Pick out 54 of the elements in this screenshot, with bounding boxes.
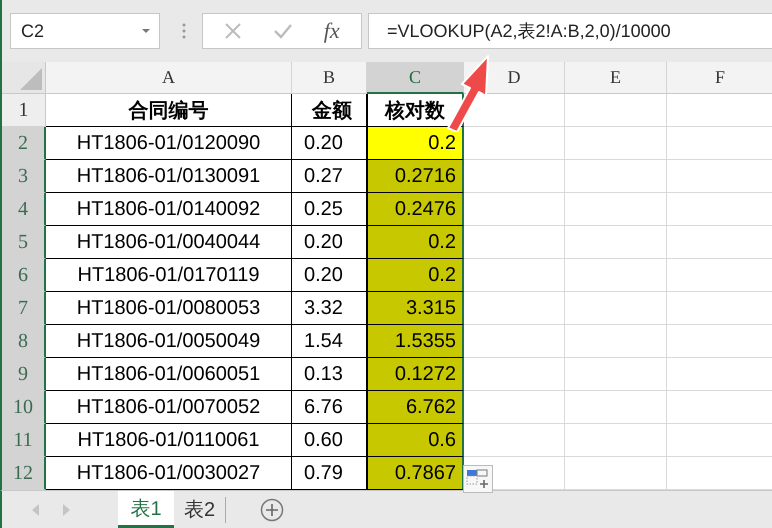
column-header[interactable]: C <box>367 62 464 94</box>
add-sheet-icon[interactable] <box>260 498 284 522</box>
row-header[interactable]: 4 <box>2 193 46 226</box>
table-cell: 金额 <box>292 94 367 127</box>
table-cell: 0.2716 <box>367 160 464 193</box>
sheet-tab[interactable]: 表1 <box>118 491 174 528</box>
column-header[interactable]: B <box>292 62 367 94</box>
row-header[interactable]: 12 <box>2 457 46 490</box>
table-cell: 0.2476 <box>367 193 464 226</box>
column-header[interactable]: A <box>46 62 292 94</box>
row-header[interactable]: 3 <box>2 160 46 193</box>
table-cell: 0.2 <box>367 259 464 292</box>
insert-function-button[interactable]: fx <box>324 18 340 44</box>
sheet-tab[interactable]: 表2 <box>174 491 226 528</box>
table-cell: HT1806-01/0070052 <box>46 391 292 424</box>
select-all-icon[interactable] <box>20 68 42 90</box>
table-cell: HT1806-01/0040044 <box>46 226 292 259</box>
name-box[interactable]: C2 <box>10 13 160 49</box>
table-cell: 0.2 <box>367 226 464 259</box>
table-cell: 1.5355 <box>367 325 464 358</box>
table-cell: 3.315 <box>367 292 464 325</box>
cancel-icon[interactable] <box>224 22 242 40</box>
table-cell: 0.6 <box>367 424 464 457</box>
table-cell: 0.2 <box>367 127 464 160</box>
table-cell: HT1806-01/0170119 <box>46 259 292 292</box>
table-cell: 0.7867 <box>367 457 464 490</box>
previous-sheet-icon[interactable] <box>32 504 40 516</box>
table-cell: HT1806-01/0120090 <box>46 127 292 160</box>
table-cell: HT1806-01/0130091 <box>46 160 292 193</box>
table-cell: HT1806-01/0140092 <box>46 193 292 226</box>
table-cell: HT1806-01/0060051 <box>46 358 292 391</box>
row-header[interactable]: 9 <box>2 358 46 391</box>
table-cell: 0.1272 <box>367 358 464 391</box>
check-icon[interactable] <box>273 23 294 39</box>
row-header[interactable]: 11 <box>2 424 46 457</box>
row-header[interactable]: 7 <box>2 292 46 325</box>
table-cell: 合同编号 <box>46 94 292 127</box>
grip-icon <box>182 22 186 40</box>
row-header[interactable]: 6 <box>2 259 46 292</box>
row-header[interactable]: 5 <box>2 226 46 259</box>
row-header[interactable]: 1 <box>2 94 46 127</box>
paste-options-icon[interactable] <box>463 465 493 493</box>
table-cell: HT1806-01/0110061 <box>46 424 292 457</box>
table-cell: HT1806-01/0050049 <box>46 325 292 358</box>
row-header[interactable]: 8 <box>2 325 46 358</box>
table-cell: HT1806-01/0080053 <box>46 292 292 325</box>
column-header[interactable]: F <box>667 62 772 94</box>
column-header[interactable]: E <box>565 62 667 94</box>
formula-field[interactable]: =VLOOKUP(A2,表2!A:B,2,0)/10000 <box>368 13 772 49</box>
caret-icon[interactable] <box>141 28 151 34</box>
row-header[interactable]: 2 <box>2 127 46 160</box>
next-sheet-icon[interactable] <box>62 504 70 516</box>
row-header[interactable]: 10 <box>2 391 46 424</box>
table-cell: 6.762 <box>367 391 464 424</box>
